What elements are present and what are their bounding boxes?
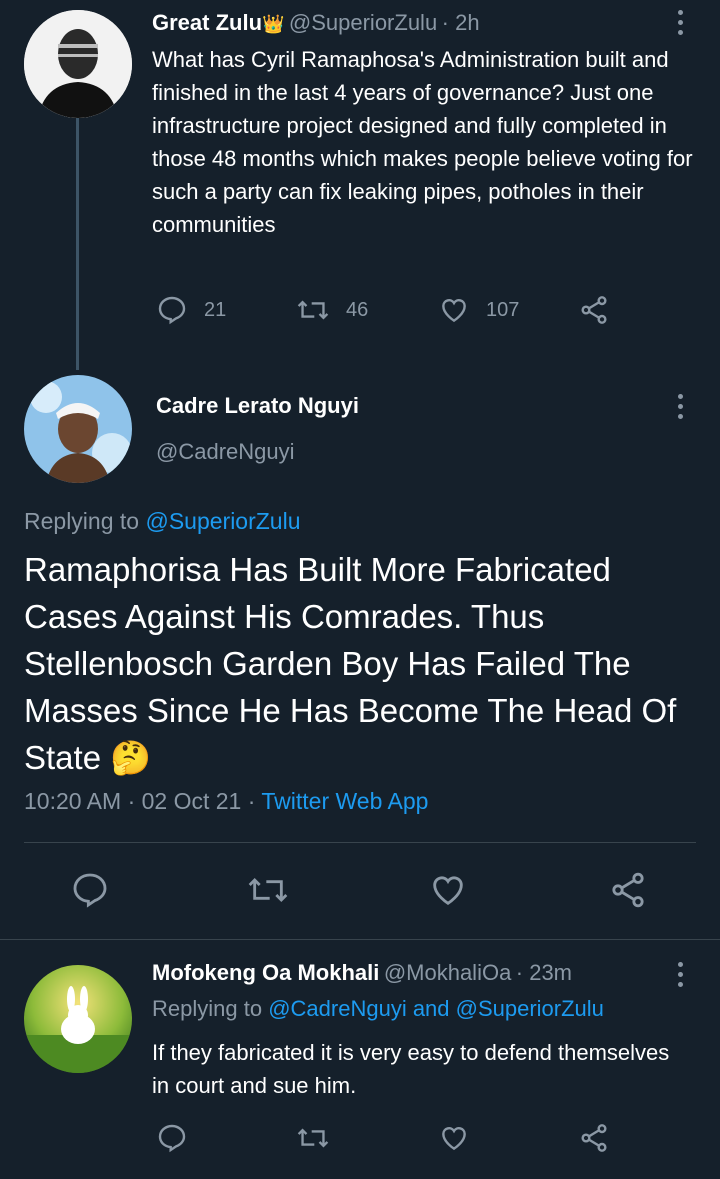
main-tweet-text: Ramaphorisa Has Built More Fabricated Ca… — [24, 551, 677, 776]
reply-button[interactable] — [70, 870, 110, 910]
like-icon — [438, 1122, 470, 1154]
divider — [0, 939, 720, 940]
share-button[interactable] — [608, 870, 648, 910]
replying-prefix: Replying to — [152, 996, 263, 1021]
avatar-mokhali[interactable] — [24, 965, 132, 1073]
like-button[interactable] — [428, 870, 468, 910]
reply-icon — [156, 1122, 188, 1154]
share-icon — [578, 294, 610, 326]
share-icon — [608, 870, 648, 910]
like-button[interactable] — [438, 1122, 470, 1154]
avatar-image — [24, 10, 132, 118]
tweet-timestamp[interactable]: 10:20 AM · 02 Oct 21 · — [24, 788, 255, 814]
retweet-button[interactable] — [246, 870, 290, 910]
thread-line — [76, 118, 79, 370]
avatar-great-zulu[interactable] — [24, 10, 132, 118]
like-action[interactable]: 107 — [438, 294, 519, 326]
retweet-icon — [246, 870, 290, 910]
retweet-action[interactable]: 46 — [296, 294, 368, 326]
replying-to-link[interactable]: @CadreNguyi and @SuperiorZulu — [268, 996, 604, 1021]
author-name[interactable]: Mofokeng Oa Mokhali — [152, 960, 379, 985]
retweet-icon — [296, 294, 330, 326]
like-icon — [428, 870, 468, 910]
more-icon[interactable] — [677, 394, 683, 419]
share-button[interactable] — [578, 1122, 610, 1154]
tweet-text: If they fabricated it is very easy to de… — [152, 1040, 670, 1098]
retweet-icon — [296, 1122, 330, 1154]
like-count: 107 — [486, 298, 520, 321]
tweet-time[interactable]: · 23m — [516, 960, 572, 985]
author-name[interactable]: Cadre Lerato Nguyi — [156, 393, 359, 419]
avatar-image — [24, 375, 132, 483]
replying-prefix: Replying to — [24, 508, 140, 534]
replying-to-link[interactable]: @SuperiorZulu — [145, 508, 300, 534]
more-icon[interactable] — [677, 10, 683, 35]
more-icon[interactable] — [677, 962, 683, 987]
tweet-time[interactable]: · 2h — [442, 10, 480, 35]
reply-header: Mofokeng Oa Mokhali @MokhaliOa · 23m — [152, 960, 572, 986]
like-icon — [438, 294, 470, 326]
divider — [24, 842, 696, 843]
retweet-count: 46 — [346, 298, 369, 321]
author-handle[interactable]: @MokhaliOa — [384, 960, 512, 985]
reply-action[interactable]: 21 — [156, 294, 226, 326]
avatar-image — [24, 965, 132, 1073]
avatar-cadre-nguyi[interactable] — [24, 375, 132, 483]
crown-badge: 👑 — [262, 14, 285, 34]
reply-icon — [70, 870, 110, 910]
author-name[interactable]: Great Zulu — [152, 10, 262, 35]
replying-to: Replying to @SuperiorZulu — [24, 508, 301, 535]
tweet-meta: 10:20 AM · 02 Oct 21 · Twitter Web App — [24, 788, 428, 815]
author-handle[interactable]: @CadreNguyi — [156, 439, 295, 465]
replying-to: Replying to @CadreNguyi and @SuperiorZul… — [152, 996, 604, 1022]
reply-icon — [156, 294, 188, 326]
share-action[interactable] — [578, 294, 610, 326]
reply-count: 21 — [204, 298, 227, 321]
tweet-source[interactable]: Twitter Web App — [261, 788, 428, 814]
share-icon — [578, 1122, 610, 1154]
reply-button[interactable] — [156, 1122, 188, 1154]
tweet-header: Great Zulu👑 @SuperiorZulu · 2h — [152, 10, 480, 36]
tweet-text: What has Cyril Ramaphosa's Administratio… — [152, 47, 693, 237]
author-handle[interactable]: @SuperiorZulu — [289, 10, 437, 35]
retweet-button[interactable] — [296, 1122, 330, 1154]
